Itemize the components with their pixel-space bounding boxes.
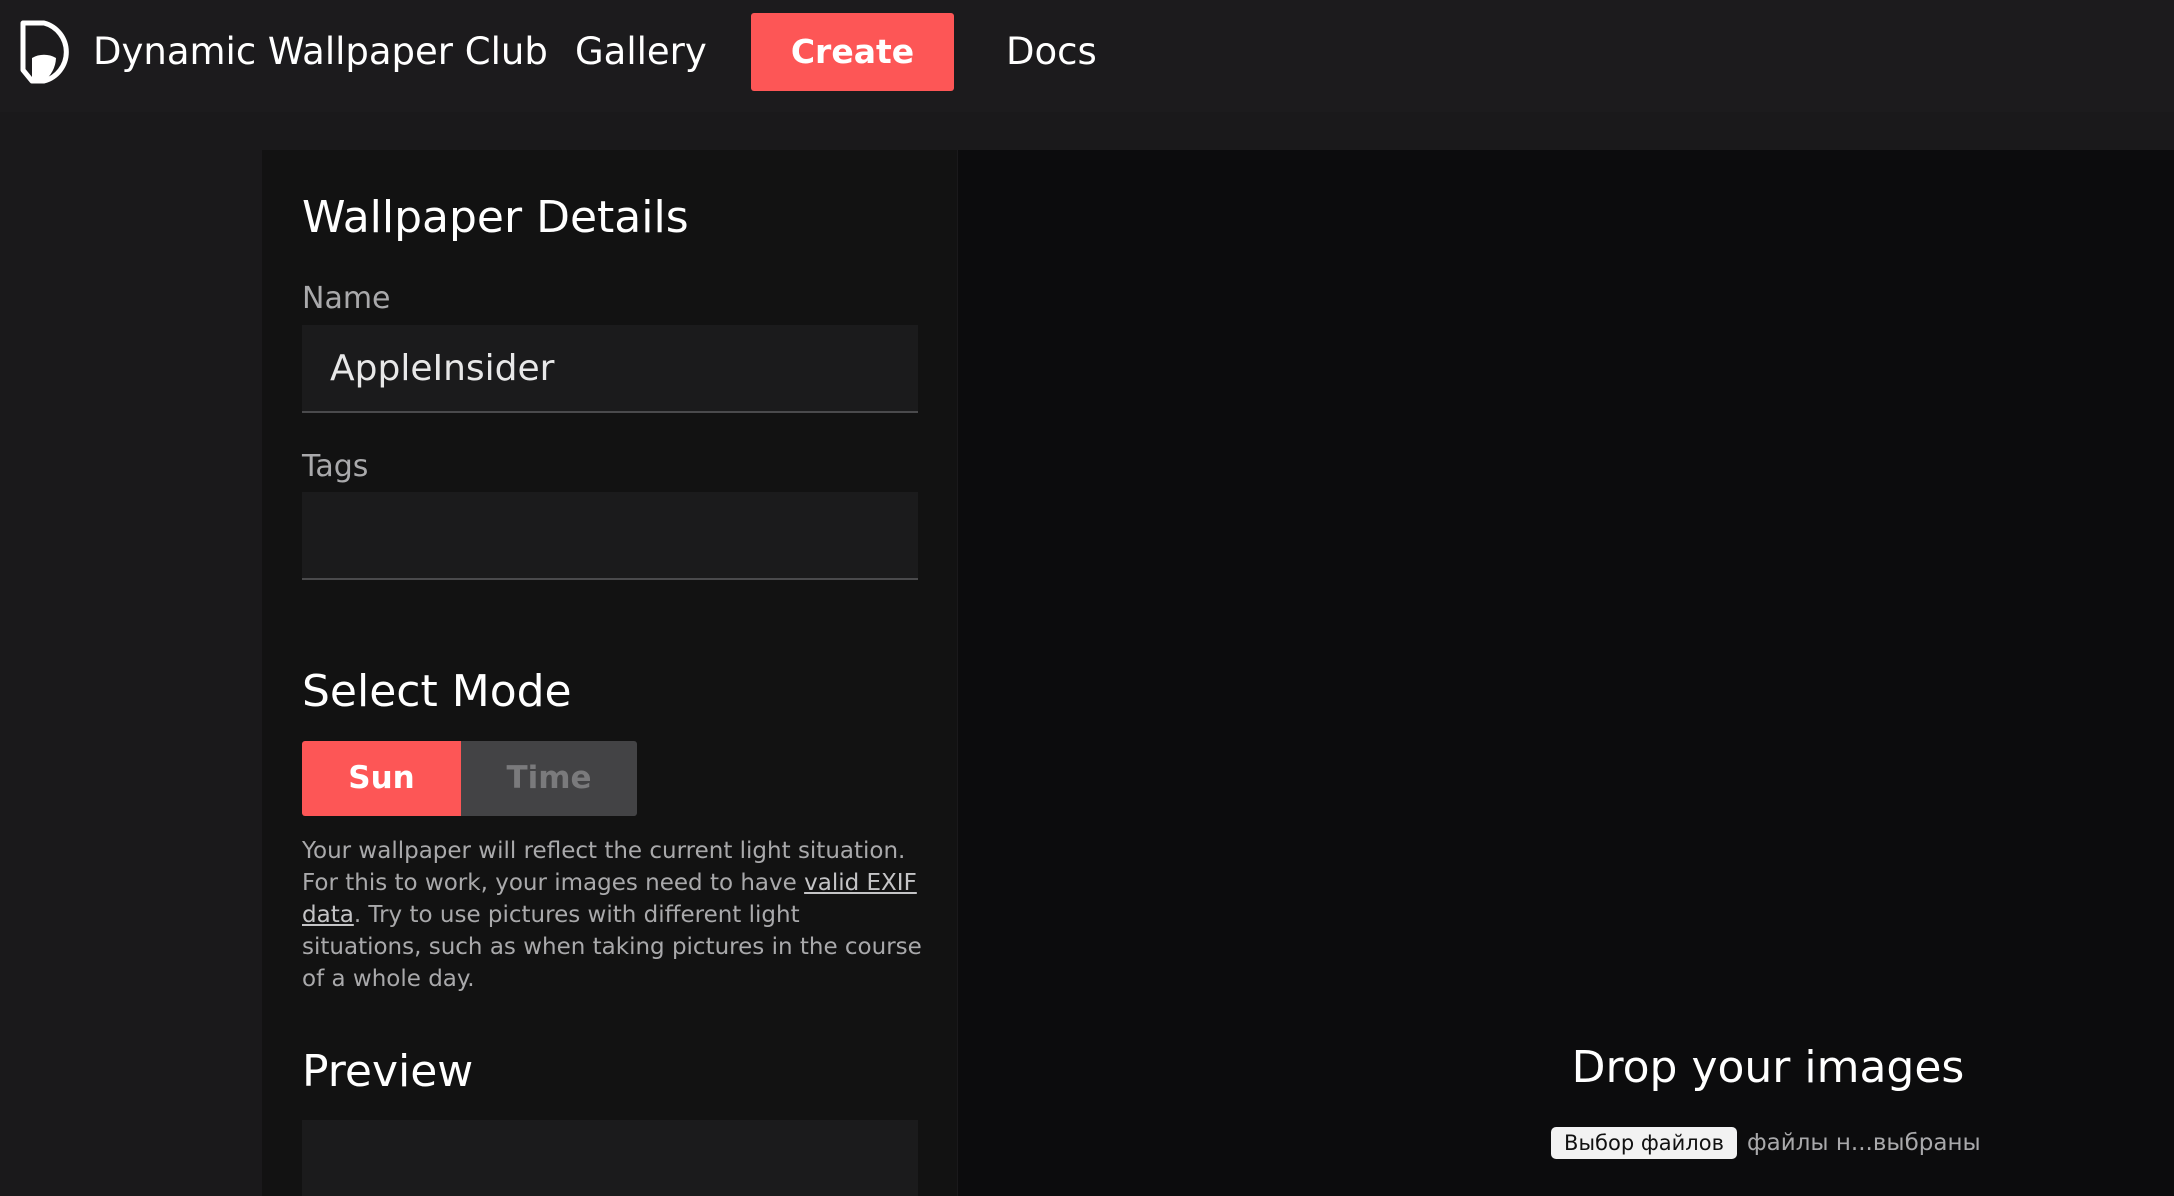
- nav-docs-link[interactable]: Docs: [1006, 28, 1097, 76]
- brand-name[interactable]: Dynamic Wallpaper Club: [93, 28, 548, 76]
- select-mode-heading: Select Mode: [302, 666, 572, 717]
- name-input[interactable]: [302, 325, 918, 413]
- choose-files-button[interactable]: Выбор файлов: [1551, 1127, 1737, 1159]
- top-navbar: Dynamic Wallpaper Club Gallery Create Do…: [0, 0, 2174, 112]
- mode-description: Your wallpaper will reflect the current …: [302, 835, 926, 995]
- tags-input[interactable]: [302, 492, 918, 580]
- drop-images-title: Drop your images: [1571, 1042, 1965, 1093]
- preview-area: [302, 1120, 918, 1196]
- file-selection-status: файлы н...выбраны: [1747, 1130, 1981, 1156]
- preview-heading: Preview: [302, 1046, 474, 1097]
- tags-label: Tags: [302, 449, 369, 484]
- name-label: Name: [302, 281, 391, 316]
- mode-sun-button[interactable]: Sun: [302, 741, 461, 816]
- mode-description-text-end: . Try to use pictures with different lig…: [302, 902, 922, 992]
- wallpaper-details-heading: Wallpaper Details: [302, 192, 689, 243]
- nav-create-button[interactable]: Create: [751, 13, 954, 91]
- nav-gallery-link[interactable]: Gallery: [575, 28, 707, 76]
- mode-time-button[interactable]: Time: [461, 741, 637, 816]
- dynamic-wallpaper-logo-icon[interactable]: [20, 20, 78, 84]
